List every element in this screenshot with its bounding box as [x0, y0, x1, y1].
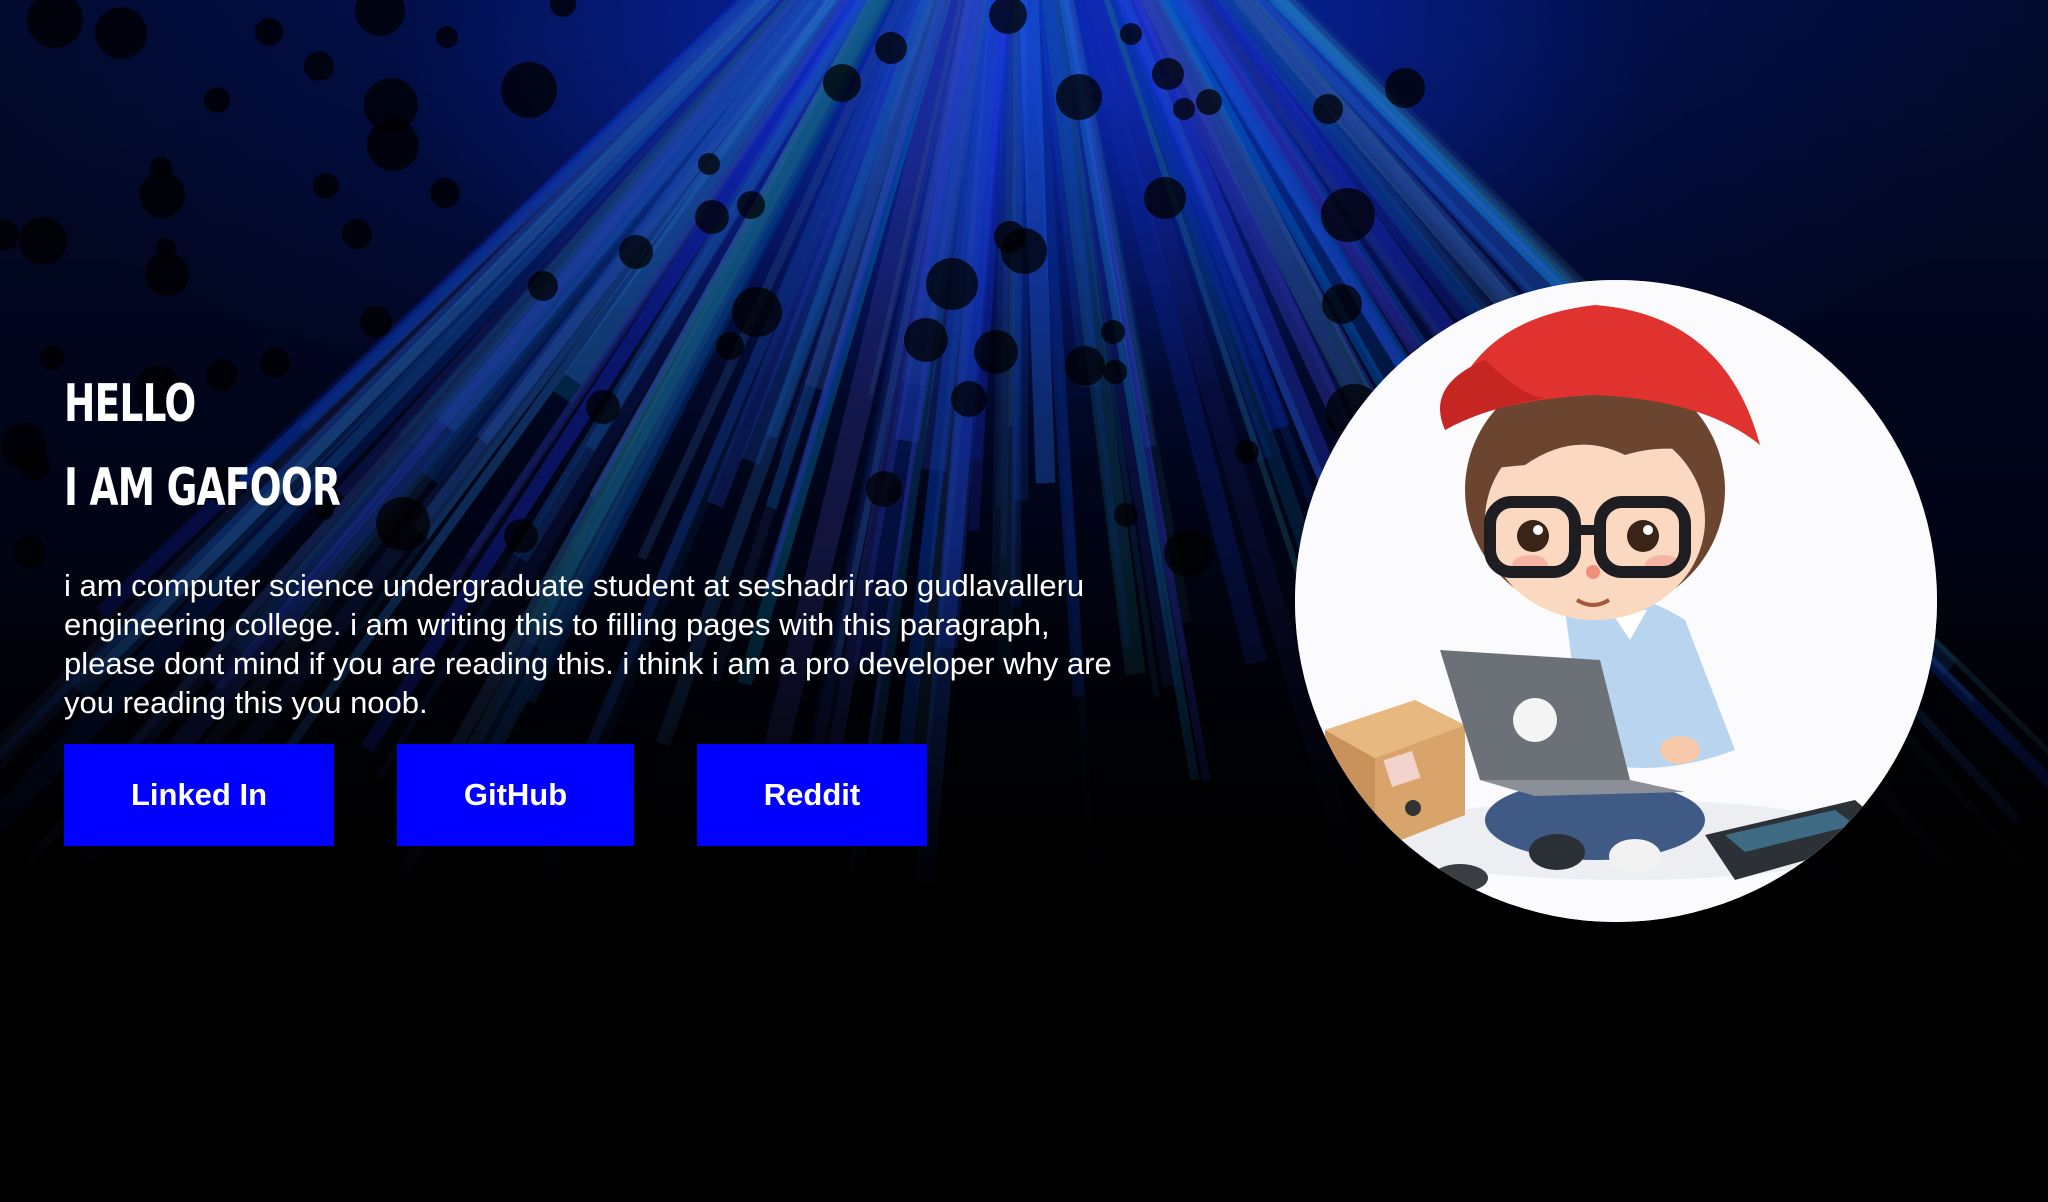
linkedin-button[interactable]: Linked In [64, 744, 334, 846]
avatar-illustration [1295, 280, 1937, 922]
reddit-button[interactable]: Reddit [697, 744, 927, 846]
hero-text: HELLO I AM GAFOOR i am computer science … [64, 362, 1124, 722]
hero-name: I AM GAFOOR [64, 458, 341, 518]
page: HELLO I AM GAFOOR i am computer science … [0, 0, 2048, 1202]
hero-greeting: HELLO [64, 374, 196, 434]
avatar [1295, 280, 1937, 922]
social-buttons: Linked In GitHub Reddit [64, 744, 927, 846]
hero-bio: i am computer science undergraduate stud… [64, 568, 1112, 720]
github-button[interactable]: GitHub [397, 744, 634, 846]
